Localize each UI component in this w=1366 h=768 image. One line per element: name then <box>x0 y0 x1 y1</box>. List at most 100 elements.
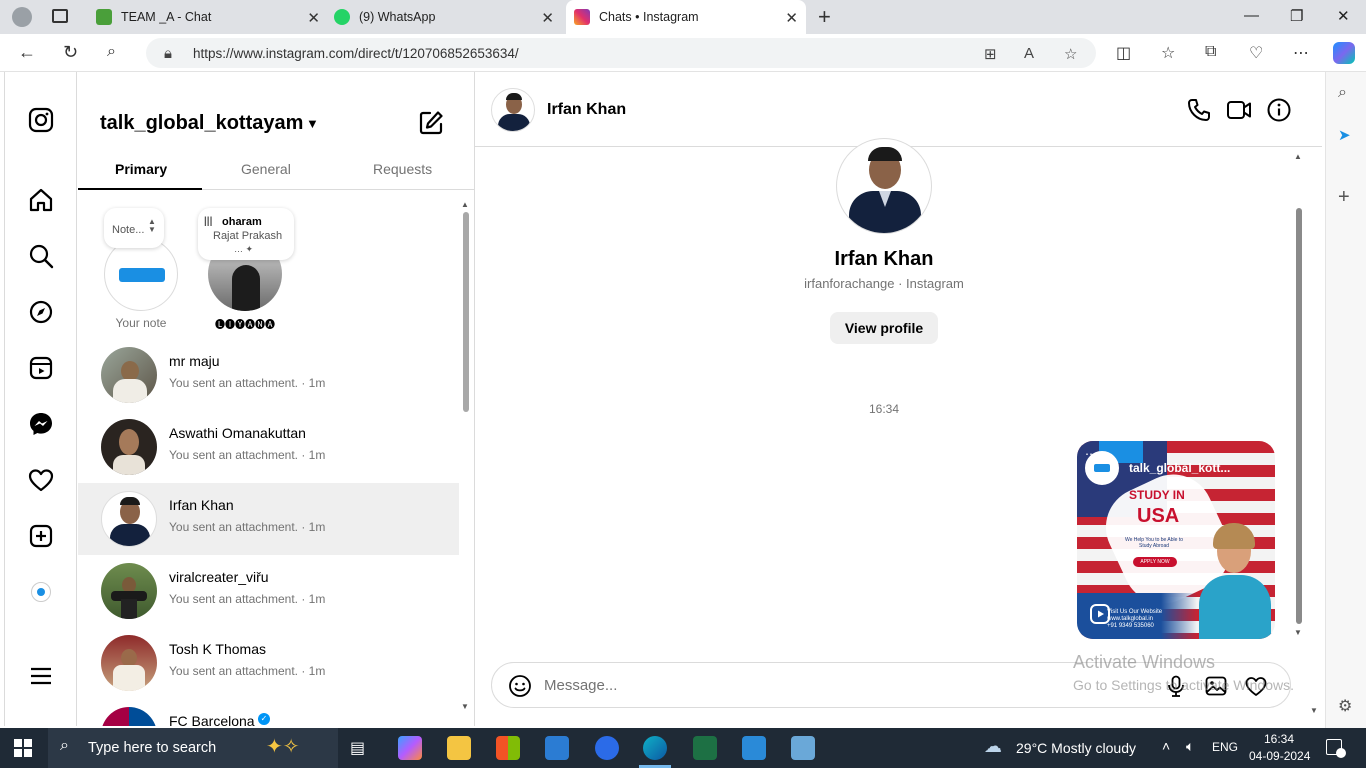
collections-icon[interactable]: ⧉ <box>1205 43 1216 61</box>
sidebar-add-icon[interactable]: + <box>1338 186 1350 209</box>
favorite-star-icon[interactable]: ☆ <box>1064 45 1077 63</box>
edge-browser-icon[interactable] <box>643 736 667 760</box>
attachment-website: Visit Us Our Website www.talkglobal.in +… <box>1107 609 1177 630</box>
extensions-icon[interactable]: ♡ <box>1249 43 1263 63</box>
conversation-scrollbar[interactable]: ▲ ▼ <box>1293 152 1305 640</box>
scrollbar-thumb[interactable] <box>1296 208 1302 624</box>
header-avatar[interactable] <box>491 88 535 132</box>
account-switcher[interactable]: talk_global_kottayam <box>100 112 303 135</box>
header-name[interactable]: Irfan Khan <box>547 101 626 119</box>
app-available-icon[interactable]: ⊞ <box>984 45 997 63</box>
task-view-icon[interactable]: ▤ <box>350 738 365 758</box>
new-tab-icon[interactable]: + <box>818 4 831 30</box>
back-icon[interactable]: ← <box>18 42 36 63</box>
more-menu-icon[interactable] <box>27 662 55 690</box>
favorites-icon[interactable]: ☆ <box>1161 43 1175 63</box>
taskbar-search-text: Type here to search <box>88 740 217 756</box>
split-screen-icon[interactable]: ◫ <box>1116 43 1131 63</box>
lock-icon[interactable]: 🔒︎ <box>164 45 172 62</box>
chat-avatar <box>101 347 157 403</box>
close-tab-icon[interactable]: ✕ <box>541 9 554 27</box>
message-input[interactable]: Message... <box>544 677 617 694</box>
close-tab-icon[interactable]: ✕ <box>785 9 798 27</box>
compose-message-icon[interactable] <box>418 110 444 136</box>
audio-call-icon[interactable] <box>1186 97 1212 123</box>
explore-compass-icon[interactable] <box>27 298 55 326</box>
sidebar-telegram-icon[interactable]: ➤ <box>1338 126 1351 144</box>
tab-actions-icon[interactable] <box>52 9 68 23</box>
tab-general[interactable]: General <box>241 161 291 177</box>
maximize-icon[interactable]: ❐ <box>1290 7 1303 25</box>
notifications-heart-icon[interactable] <box>27 466 55 494</box>
windows-taskbar: ⌕ Type here to search ✦✧ ▤ ☁ 29°C Mostly… <box>0 728 1366 768</box>
chat-row-fc-barcelona[interactable]: FC Barcelona ✓ <box>78 699 459 726</box>
sidebar-settings-icon[interactable]: ⚙ <box>1338 696 1352 716</box>
search-icon[interactable]: ⌕ <box>107 43 116 61</box>
file-explorer-icon[interactable] <box>447 736 471 760</box>
volume-icon[interactable]: 🔈︎ <box>1186 738 1194 755</box>
video-call-icon[interactable] <box>1226 97 1252 123</box>
url-field[interactable]: 🔒︎ https://www.instagram.com/direct/t/12… <box>146 38 1096 68</box>
excel-icon[interactable] <box>693 736 717 760</box>
close-tab-icon[interactable]: ✕ <box>307 9 320 27</box>
windows-start-icon[interactable] <box>14 739 32 757</box>
view-profile-button[interactable]: View profile <box>830 312 938 344</box>
read-aloud-icon[interactable]: A <box>1024 45 1034 62</box>
home-icon[interactable] <box>27 186 55 214</box>
friend-note-bubble[interactable]: ||| oharam Rajat Prakash … ✦ <box>198 208 294 260</box>
attachment-username: talk_global_kott... <box>1129 461 1231 475</box>
remote-app-icon[interactable] <box>791 736 815 760</box>
tab-requests[interactable]: Requests <box>373 161 432 177</box>
instagram-logo-icon[interactable] <box>27 106 55 134</box>
messenger-icon[interactable] <box>27 410 55 438</box>
chevron-down-icon[interactable]: ▼ <box>306 116 319 131</box>
shared-post-attachment[interactable]: ⋯ talk_global_kott... STUDY IN USA We He… <box>1077 441 1275 639</box>
your-note-bubble[interactable]: Note... ▲ ▼ <box>104 208 164 248</box>
taskbar-search[interactable]: ⌕ Type here to search ✦✧ <box>48 728 338 768</box>
refresh-icon[interactable]: ↻ <box>63 42 78 63</box>
url-text[interactable]: https://www.instagram.com/direct/t/12070… <box>193 46 519 61</box>
chat-row-aswathi[interactable]: Aswathi Omanakuttan You sent an attachme… <box>78 411 459 483</box>
emoji-icon[interactable] <box>508 674 532 698</box>
minimize-icon[interactable]: — <box>1244 7 1259 24</box>
tray-chevron-icon[interactable]: ˄ <box>1162 738 1170 754</box>
note-song-artist: Rajat Prakash <box>213 230 283 242</box>
chat-row-viralcreater[interactable]: viralcreater_viřu You sent an attachment… <box>78 555 459 627</box>
chat-row-irfan-khan[interactable]: Irfan Khan You sent an attachment. · 1m <box>78 483 459 555</box>
chat-row-tosh-k-thomas[interactable]: Tosh K Thomas You sent an attachment. · … <box>78 627 459 699</box>
chrome-app-icon[interactable] <box>595 736 619 760</box>
tab-team-chat[interactable]: TEAM _A - Chat ✕ <box>88 0 328 34</box>
whatsapp-favicon-icon <box>334 9 350 25</box>
tab-instagram[interactable]: Chats • Instagram ✕ <box>566 0 806 34</box>
weather-cloud-icon[interactable]: ☁ <box>984 736 1002 757</box>
profile-avatar[interactable] <box>12 7 32 27</box>
chat-avatar <box>101 491 157 547</box>
weather-text[interactable]: 29°C Mostly cloudy <box>1016 740 1136 756</box>
microsoft-store-icon[interactable] <box>496 736 520 760</box>
your-note-avatar[interactable] <box>104 237 178 311</box>
mail-icon[interactable] <box>545 736 569 760</box>
tab-whatsapp[interactable]: (9) WhatsApp ✕ <box>330 0 562 34</box>
profile-avatar[interactable] <box>836 138 932 234</box>
more-menu-icon[interactable]: ⋯ <box>1293 43 1309 63</box>
chat-row-mr-maju[interactable]: mr maju You sent an attachment. · 1m <box>78 339 459 411</box>
scrollbar-thumb[interactable] <box>463 212 469 412</box>
search-icon[interactable] <box>27 242 55 270</box>
more-options-icon[interactable]: ⋯ <box>1085 447 1097 461</box>
tab-primary[interactable]: Primary <box>115 161 167 177</box>
clock-time[interactable]: 16:34 <box>1264 732 1294 746</box>
inbox-scrollbar[interactable]: ▲ ▼ <box>461 200 471 716</box>
info-icon[interactable] <box>1266 97 1292 123</box>
sidebar-search-icon[interactable]: ⌕ <box>1338 84 1347 102</box>
copilot-icon[interactable] <box>1333 42 1355 64</box>
profile-avatar[interactable] <box>31 582 51 602</box>
vscode-icon[interactable] <box>742 736 766 760</box>
copilot-taskbar-icon[interactable] <box>398 736 422 760</box>
create-icon[interactable] <box>27 522 55 550</box>
clock-date[interactable]: 04-09-2024 <box>1249 749 1310 763</box>
page-scroll-down-icon[interactable]: ▼ <box>1310 706 1318 715</box>
website-line: Visit Us Our Website www.talkglobal.in <box>1107 609 1163 622</box>
language-indicator[interactable]: ENG <box>1212 740 1238 754</box>
close-window-icon[interactable]: ✕ <box>1337 7 1350 25</box>
reels-icon[interactable] <box>27 354 55 382</box>
